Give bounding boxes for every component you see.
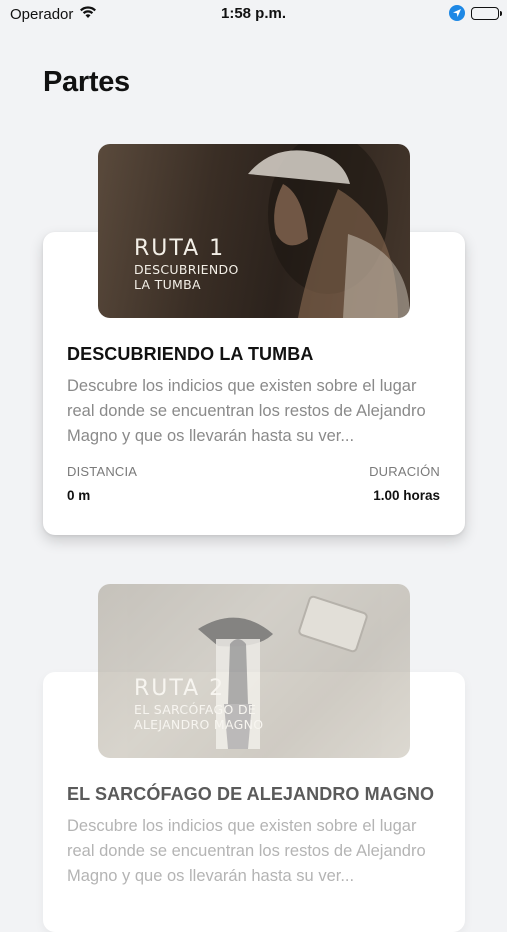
battery-icon xyxy=(471,6,502,20)
route-image-2[interactable]: RUTA 2 EL SARCÓFAGO DE ALEJANDRO MAGNO xyxy=(98,584,410,758)
page-title: Partes xyxy=(43,66,130,98)
status-time: 1:58 p.m. xyxy=(220,5,287,22)
duration-value: 1.00 horas xyxy=(373,488,440,503)
route-number: RUTA 1 xyxy=(134,236,226,261)
route-sub-line-2: ALEJANDRO MAGNO xyxy=(134,717,264,732)
route-title: DESCUBRIENDO LA TUMBA xyxy=(67,344,314,364)
route-sub-line-2: LA TUMBA xyxy=(134,277,201,292)
route-title: EL SARCÓFAGO DE ALEJANDRO MAGNO xyxy=(67,784,435,804)
route-image-1[interactable]: RUTA 1 DESCUBRIENDO LA TUMBA xyxy=(98,144,410,318)
route-tag-1: RUTA 1 DESCUBRIENDO LA TUMBA xyxy=(134,236,239,291)
status-bar: Operador 1:58 p.m. xyxy=(0,0,507,30)
route-description: Descubre los indicios que existen sobre … xyxy=(67,817,426,885)
distance-label: DISTANCIA xyxy=(67,464,138,479)
route-sub-line-1: DESCUBRIENDO xyxy=(134,262,239,277)
route-tag-2: RUTA 2 EL SARCÓFAGO DE ALEJANDRO MAGNO xyxy=(134,676,263,731)
route-number: RUTA 2 xyxy=(134,676,226,701)
route-description: Descubre los indicios que existen sobre … xyxy=(67,377,426,445)
distance-value: 0 m xyxy=(67,488,91,503)
location-arrow-icon xyxy=(449,5,465,21)
route-sub-line-1: EL SARCÓFAGO DE xyxy=(134,702,257,717)
status-right xyxy=(449,5,502,21)
duration-label: DURACIÓN xyxy=(369,464,440,479)
